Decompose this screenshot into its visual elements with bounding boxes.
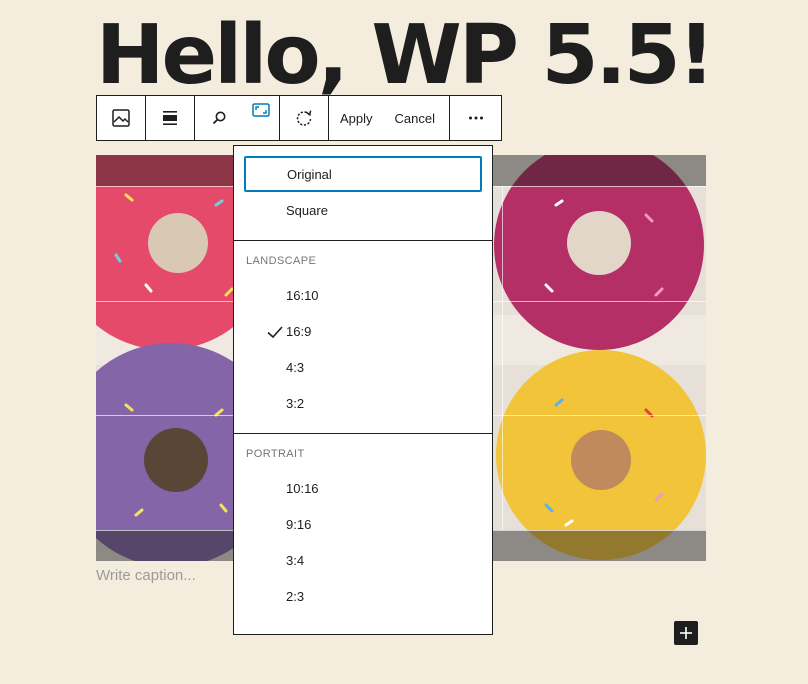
menu-item-label: 16:10: [286, 287, 319, 303]
more-group: [450, 96, 501, 140]
add-block-button[interactable]: [674, 621, 698, 645]
menu-item-10-16[interactable]: 10:16: [244, 470, 482, 506]
menu-item-square[interactable]: Square: [244, 192, 482, 228]
menu-item-label: 3:2: [286, 395, 305, 411]
menu-item-label: 4:3: [286, 359, 305, 375]
rotate-icon: [296, 110, 312, 126]
cancel-button[interactable]: Cancel: [384, 96, 449, 140]
align-icon: [163, 111, 177, 125]
search-icon: [212, 111, 226, 125]
aspect-ratio-icon: [252, 103, 270, 117]
menu-item-label: Square: [286, 202, 328, 218]
rotate-button[interactable]: [280, 96, 328, 140]
zoom-button[interactable]: [195, 96, 243, 140]
menu-item-label: Original: [287, 166, 332, 182]
crop-grid-line: [502, 186, 503, 530]
menu-item-3-2[interactable]: 3:2: [244, 385, 482, 421]
menu-item-label: 16:9: [286, 323, 312, 339]
aspect-ratio-menu: Original Square Landscape 16:10 16:9 4:3…: [233, 145, 493, 635]
image-block-toolbar: Apply Cancel: [96, 95, 502, 141]
menu-group-portrait: Portrait 10:16 9:16 3:4 2:3: [234, 434, 492, 626]
menu-heading-landscape: Landscape: [246, 255, 317, 267]
image-icon: [112, 109, 130, 127]
apply-cancel-group: Apply Cancel: [329, 96, 450, 140]
plus-icon: [680, 627, 692, 639]
menu-group-general: Original Square: [234, 146, 492, 241]
block-type-group: [97, 96, 146, 140]
align-group: [146, 96, 195, 140]
caption-input[interactable]: Write caption...: [96, 567, 196, 584]
more-options-button[interactable]: [450, 96, 501, 140]
menu-item-label: 9:16: [286, 516, 312, 532]
menu-item-4-3[interactable]: 4:3: [244, 349, 482, 385]
more-options-icon: [468, 116, 483, 120]
menu-item-9-16[interactable]: 9:16: [244, 506, 482, 542]
menu-item-2-3[interactable]: 2:3: [244, 578, 482, 614]
apply-button[interactable]: Apply: [329, 96, 384, 140]
menu-group-landscape: Landscape 16:10 16:9 4:3 3:2: [234, 241, 492, 434]
check-icon: [267, 326, 283, 339]
menu-item-original[interactable]: Original: [244, 156, 482, 192]
menu-item-label: 10:16: [286, 480, 319, 496]
rotate-group: [280, 96, 329, 140]
image-block-button[interactable]: [97, 96, 145, 140]
menu-item-16-10[interactable]: 16:10: [244, 277, 482, 313]
menu-heading-portrait: Portrait: [246, 448, 305, 460]
crop-tools-group: [195, 96, 280, 140]
post-title[interactable]: Hello, WP 5.5!: [0, 6, 808, 106]
menu-item-label: 3:4: [286, 552, 305, 568]
menu-item-16-9[interactable]: 16:9: [244, 313, 482, 349]
menu-item-3-4[interactable]: 3:4: [244, 542, 482, 578]
aspect-ratio-button[interactable]: [243, 96, 279, 140]
menu-item-label: 2:3: [286, 588, 305, 604]
align-button[interactable]: [146, 96, 194, 140]
